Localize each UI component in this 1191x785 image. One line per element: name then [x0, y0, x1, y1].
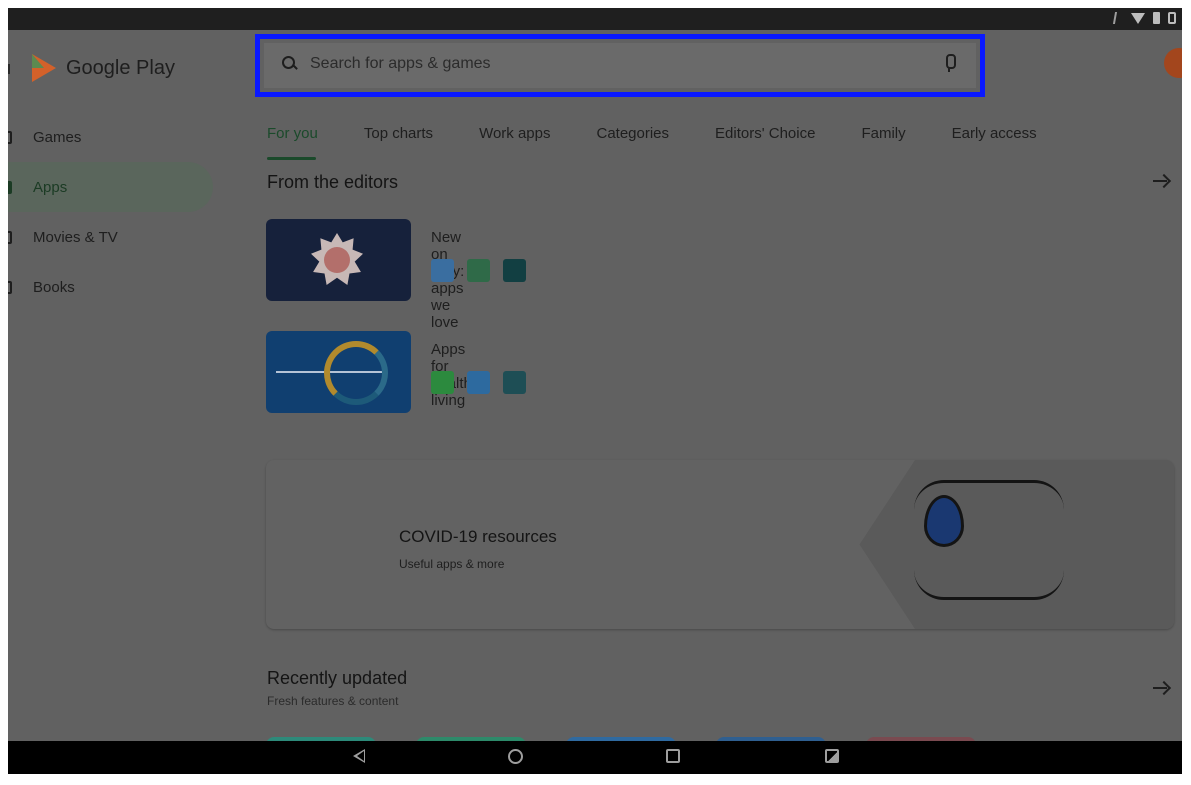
arrow-right-icon[interactable] [1153, 681, 1169, 695]
category-tabs: For you Top charts Work apps Categories … [267, 108, 1037, 160]
covid-card-subtitle: Useful apps & more [399, 557, 505, 571]
back-icon[interactable] [353, 749, 365, 763]
tab-work-apps[interactable]: Work apps [479, 121, 550, 146]
editor-card-banner [266, 219, 411, 301]
sidebar-item-books[interactable]: Books [8, 262, 213, 312]
app-icon[interactable] [503, 371, 526, 394]
sidebar-item-movies-tv[interactable]: Movies & TV [8, 212, 213, 262]
home-icon[interactable] [508, 749, 523, 764]
search-input[interactable] [310, 51, 870, 77]
tab-categories[interactable]: Categories [596, 121, 669, 146]
sidebar: Google Play Games Apps Movies & TV Books [8, 30, 228, 750]
app-icon[interactable] [467, 371, 490, 394]
sidebar-item-games[interactable]: Games [8, 112, 213, 162]
device-screen: Google Play Games Apps Movies & TV Books [8, 8, 1182, 774]
apps-grid-icon [8, 180, 12, 194]
sidebar-nav: Games Apps Movies & TV Books [8, 112, 213, 312]
tab-family[interactable]: Family [861, 121, 905, 146]
covid-resources-card[interactable]: COVID-19 resources Useful apps & more [266, 460, 1174, 629]
film-icon [8, 230, 12, 244]
editor-card-banner [266, 331, 411, 413]
sidebar-item-label: Apps [33, 178, 68, 196]
play-store-icon [32, 54, 56, 82]
burst-core-graphic [324, 247, 350, 273]
recent-section-subtitle: Fresh features & content [267, 694, 399, 708]
recent-section-title: Recently updated [267, 668, 408, 688]
editor-card-app-icons [431, 371, 526, 394]
sidebar-item-label: Games [33, 128, 82, 146]
wifi-icon [1131, 12, 1145, 24]
account-avatar[interactable] [1164, 48, 1182, 78]
tab-early-access[interactable]: Early access [952, 121, 1037, 146]
app-name: Google Play [66, 56, 175, 79]
tab-top-charts[interactable]: Top charts [364, 121, 433, 146]
sidebar-item-apps[interactable]: Apps [8, 162, 213, 212]
tab-editors-choice[interactable]: Editors' Choice [715, 121, 815, 146]
app-icon[interactable] [467, 259, 490, 282]
heart-ring-graphic [324, 341, 388, 405]
sidebar-item-label: Movies & TV [33, 228, 118, 246]
status-bar [8, 8, 1182, 30]
gamepad-icon [8, 130, 12, 144]
microphone-icon[interactable] [944, 54, 956, 72]
system-navigation-bar [8, 741, 1182, 774]
covid-card-title: COVID-19 resources [399, 527, 557, 546]
battery-icon [1153, 12, 1160, 24]
screenshot-icon[interactable] [825, 749, 839, 763]
recents-icon[interactable] [666, 749, 680, 763]
book-icon [8, 280, 12, 294]
arrow-right-icon[interactable] [1153, 174, 1169, 188]
editors-section-title: From the editors [267, 172, 399, 192]
app-icon[interactable] [431, 259, 454, 282]
app-icon[interactable] [503, 259, 526, 282]
search-icon [282, 56, 296, 70]
bluetooth-icon [1112, 12, 1125, 24]
tab-for-you[interactable]: For you [267, 121, 318, 160]
alarm-icon [1168, 12, 1176, 24]
editor-card-app-icons [431, 259, 526, 282]
app-icon[interactable] [431, 371, 454, 394]
sidebar-item-label: Books [33, 278, 75, 296]
menu-icon[interactable] [8, 64, 10, 74]
search-bar[interactable] [255, 34, 985, 97]
google-play-logo[interactable]: Google Play [32, 54, 175, 82]
